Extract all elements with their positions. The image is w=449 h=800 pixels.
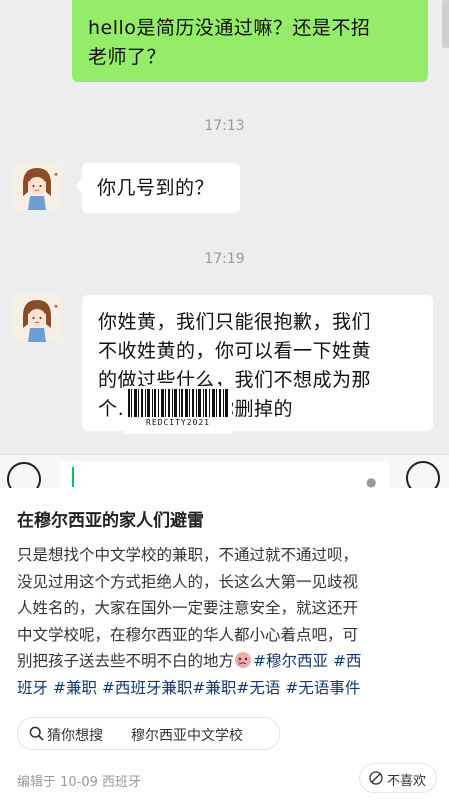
post-body-line: 人姓名的，大家在国外一定要注意安全，就这还开 xyxy=(17,599,359,617)
hashtag-link[interactable]: #兼职 xyxy=(192,679,236,697)
mic-icon[interactable]: ● xyxy=(366,475,376,488)
emoji-icon[interactable] xyxy=(406,461,440,488)
post-body-line: 只是想找个中文学校的兼职，不通过就不通过呗， xyxy=(17,546,359,564)
dislike-icon xyxy=(369,771,383,785)
message-input[interactable]: ● xyxy=(60,461,390,488)
dislike-label: 不喜欢 xyxy=(387,774,427,789)
girl-avatar-icon: ❀ xyxy=(13,162,61,210)
timestamp: 17:19 xyxy=(204,251,245,267)
incoming-message-line: 你姓黄，我们只能很抱歉，我们 xyxy=(98,311,372,333)
post-meta: 编辑于 10-09 西班牙 xyxy=(17,775,142,790)
post-body-line-with-tags: 别把孩子送去些不明不白的地方 #穆尔西亚 #西 xyxy=(17,648,437,675)
outgoing-message-bubble[interactable]: hello是简历没通过嘛？还是不招 老师了？ xyxy=(72,0,428,82)
incoming-message-line: 不收姓黄的，你可以看一下姓黄 xyxy=(98,340,372,362)
barcode-icon xyxy=(128,389,228,417)
suggested-search-prefix: 猜你想搜 xyxy=(47,728,103,744)
incoming-message-text: 你几号到的？ xyxy=(97,177,215,199)
voice-icon[interactable] xyxy=(7,462,41,488)
hashtag-link[interactable]: #西 xyxy=(333,652,362,670)
suggested-search-chip[interactable]: 猜你想搜 穆尔西亚中文学校 xyxy=(17,717,280,750)
hashtag-link[interactable]: 班牙 xyxy=(17,679,48,697)
dislike-button[interactable]: 不喜欢 xyxy=(359,763,437,793)
outgoing-message-line: 老师了？ xyxy=(88,46,167,68)
chat-screenshot: hello是简历没通过嘛？还是不招 老师了？ 17:13 ❀ 你几号到的？ 17… xyxy=(0,0,449,454)
contact-avatar[interactable]: ❀ xyxy=(13,294,61,342)
post-title: 在穆尔西亚的家人们避雷 xyxy=(17,511,204,531)
search-icon xyxy=(29,726,44,741)
girl-avatar-icon: ❀ xyxy=(13,294,61,342)
text-cursor xyxy=(72,467,74,487)
watermark-code: REDCITY2021 xyxy=(146,418,210,427)
hashtag-link[interactable]: #穆尔西亚 xyxy=(253,652,328,670)
hashtag-link[interactable]: #西班牙兼职 xyxy=(102,679,193,697)
hashtag-link[interactable]: #无语事件 xyxy=(285,679,360,697)
timestamp: 17:13 xyxy=(204,118,245,134)
watermark-barcode: REDCITY2021 xyxy=(124,386,232,434)
post-body-line: 没见过用这个方式拒绝人的，长这么大第一见歧视 xyxy=(17,572,359,591)
hashtag-link[interactable]: #兼职 xyxy=(53,679,97,697)
post-body-line: 别把孩子送去些不明不白的地方 xyxy=(17,652,235,670)
self-avatar[interactable] xyxy=(442,0,449,48)
svg-text:❀: ❀ xyxy=(54,304,58,310)
post-body-line: 中文学校呢，在穆尔西亚的华人都小心着点吧，可 xyxy=(17,625,359,644)
incoming-message-bubble[interactable]: 你几号到的？ xyxy=(75,163,240,213)
post-card: 在穆尔西亚的家人们避雷 只是想找个中文学校的兼职，不通过就不通过呗， 没见过用这… xyxy=(0,488,449,800)
outgoing-message-line: hello是简历没通过嘛？还是不招 xyxy=(88,17,371,39)
hashtag-link[interactable]: #无语 xyxy=(236,679,280,697)
crying-face-icon xyxy=(235,652,252,668)
chat-input-bar: ● xyxy=(0,454,449,488)
post-tags-line: 班牙 #兼职 #西班牙兼职#兼职#无语 #无语事件 xyxy=(17,675,437,702)
suggested-search-keyword: 穆尔西亚中文学校 xyxy=(131,728,243,744)
post-body: 只是想找个中文学校的兼职，不通过就不通过呗， 没见过用这个方式拒绝人的，长这么大… xyxy=(17,542,437,701)
contact-avatar[interactable]: ❀ xyxy=(13,162,61,210)
svg-text:❀: ❀ xyxy=(54,172,58,178)
